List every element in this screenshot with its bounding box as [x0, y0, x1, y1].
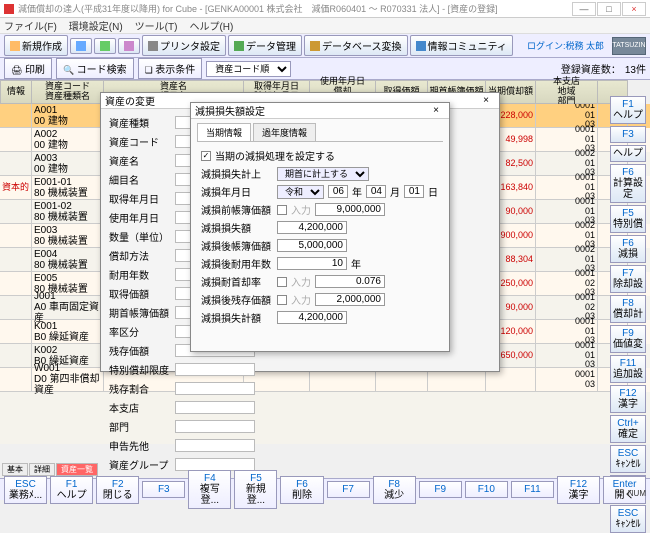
side-button[interactable]: F12漢字: [610, 385, 646, 413]
printer-button[interactable]: プリンタ設定: [142, 35, 226, 56]
btab-detail[interactable]: 詳細: [29, 463, 55, 476]
window-title: 減価償却の達人(平成31年度以降用) for Cube - [GENKA0000…: [18, 2, 572, 15]
tb-btn-2[interactable]: [70, 38, 92, 54]
fn-button[interactable]: F6削除: [280, 476, 323, 504]
side-button[interactable]: F6減損: [610, 235, 646, 263]
fn-button[interactable]: F5新規登...: [234, 470, 277, 509]
side-button[interactable]: F6計算設定: [610, 164, 646, 203]
menubar: ファイル(F) 環境設定(N) ツール(T) ヘルプ(H): [0, 18, 650, 34]
menu-help[interactable]: ヘルプ(H): [189, 18, 233, 33]
app-icon: [4, 4, 14, 14]
enable-label: 当期の減損処理を設定する: [215, 148, 335, 163]
minimize-button[interactable]: —: [572, 2, 596, 16]
fn-button[interactable]: ESC業務ﾒ...: [4, 476, 47, 504]
side-buttons: F1ヘルプ F3 ヘルプ F6計算設定F5特別償F6減損F7除却設F8償却計F9価値変…: [610, 96, 646, 533]
fn-button[interactable]: F10: [465, 481, 508, 498]
filter-button[interactable]: ❏ 表示条件: [138, 58, 203, 79]
tb-btn-3[interactable]: [94, 38, 116, 54]
side-button[interactable]: F5特別償: [610, 205, 646, 233]
menu-env[interactable]: 環境設定(N): [69, 18, 123, 33]
menu-tool[interactable]: ツール(T): [135, 18, 178, 33]
tb-btn-4[interactable]: [118, 38, 140, 54]
fn-button[interactable]: F4複写登...: [188, 470, 231, 509]
enable-check[interactable]: ✓: [201, 151, 211, 161]
side-button[interactable]: F11追加設: [610, 355, 646, 383]
bottom-tabs: 基本 詳細 資産一覧: [0, 462, 100, 476]
btab-list[interactable]: 資産一覧: [56, 463, 98, 476]
side-button[interactable]: Ctrl+確定: [610, 415, 646, 443]
col-info: 情報: [0, 80, 32, 104]
tab-current[interactable]: 当期情報: [197, 123, 251, 141]
data-mgmt-button[interactable]: データ管理: [228, 35, 302, 56]
fn-button[interactable]: F3: [142, 481, 185, 498]
dialog2-close[interactable]: ×: [427, 105, 445, 116]
side-button[interactable]: ESCｷｬﾝｾﾙ: [610, 445, 646, 473]
login-label: ログイン:税務 太郎: [527, 39, 604, 52]
side-button[interactable]: F9価値変: [610, 325, 646, 353]
impairment-dialog: 減損損失額設定× 当期情報 過年度情報 ✓当期の減損処理を設定する 減損損失計上…: [190, 102, 450, 352]
fn-button[interactable]: F11: [511, 481, 554, 498]
menu-file[interactable]: ファイル(F): [4, 18, 57, 33]
function-bar: ESC業務ﾒ...F1ヘルプF2閉じるF3F4複写登...F5新規登...F6削…: [0, 478, 650, 500]
fn-button[interactable]: F9: [419, 481, 462, 498]
dialog1-close[interactable]: ×: [477, 95, 495, 106]
statusbar: NUM: [628, 489, 646, 498]
side-button[interactable]: F8償却計: [610, 295, 646, 323]
side-button[interactable]: F1ヘルプ: [610, 96, 646, 124]
tab-past[interactable]: 過年度情報: [253, 123, 316, 141]
col-loc: 本支店 地域 部門: [536, 80, 598, 104]
new-button[interactable]: 新規作成: [4, 35, 68, 56]
toolbar-main: 新規作成 プリンタ設定 データ管理 データベース変換 情報コミュニティ ログイン…: [0, 34, 650, 58]
db-convert-button[interactable]: データベース変換: [304, 35, 408, 56]
fn-button[interactable]: F1ヘルプ: [50, 476, 93, 504]
dialog2-tabs: 当期情報 過年度情報: [197, 123, 443, 142]
print-button[interactable]: 🖨 印刷: [4, 58, 52, 79]
code-search-button[interactable]: 🔍 コード検索: [56, 58, 134, 79]
fn-button[interactable]: F8減少: [373, 476, 416, 504]
count-label: 登録資産数：: [561, 61, 621, 76]
close-button[interactable]: ×: [622, 2, 646, 16]
side-button[interactable]: ヘルプ: [610, 145, 646, 162]
logo: TATSUZIN: [612, 37, 646, 55]
btab-basic[interactable]: 基本: [2, 463, 28, 476]
side-button[interactable]: F7除却設: [610, 265, 646, 293]
col-code: 資産コード 資産種類名: [32, 80, 104, 104]
count-value: 13件: [625, 61, 646, 76]
sort-select[interactable]: 資産コード順: [206, 61, 291, 77]
maximize-button[interactable]: □: [597, 2, 621, 16]
titlebar: 減価償却の達人(平成31年度以降用) for Cube - [GENKA0000…: [0, 0, 650, 18]
fn-button[interactable]: F7: [327, 481, 370, 498]
fn-button[interactable]: F12漢字: [557, 476, 600, 504]
dialog2-title: 減損損失額設定×: [191, 103, 449, 119]
side-button[interactable]: ESCｷｬﾝｾﾙ: [610, 505, 646, 533]
fn-button[interactable]: F2閉じる: [96, 476, 139, 504]
community-button[interactable]: 情報コミュニティ: [410, 35, 513, 56]
side-button[interactable]: F3: [610, 126, 646, 143]
